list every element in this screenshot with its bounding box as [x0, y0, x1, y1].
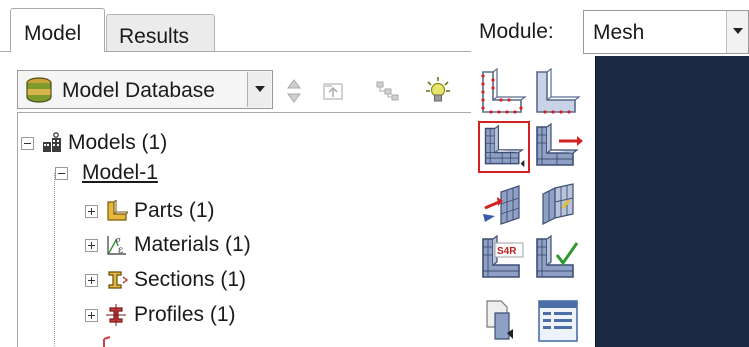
tree-filter-icon[interactable] — [322, 80, 344, 102]
tree-node-model-1[interactable]: Model-1 — [18, 158, 458, 188]
tree-node-materials[interactable]: ε σ Materials (1) — [18, 230, 458, 260]
tree-node-parts[interactable]: Parts (1) — [18, 196, 458, 226]
tree-node-parts-label: Parts (1) — [134, 199, 215, 222]
collapse-toggle[interactable] — [21, 137, 34, 150]
tree-node-models[interactable]: Models (1) — [18, 128, 458, 158]
tree-node-sections[interactable]: Sections (1) — [18, 265, 458, 295]
graphics-viewport[interactable] — [595, 56, 749, 347]
seed-edges-tool[interactable] — [533, 66, 585, 118]
tree-node-model-1-label: Model-1 — [82, 161, 158, 184]
verify-mesh-icon — [536, 234, 579, 278]
model-database-select[interactable]: Model Database — [17, 70, 273, 109]
tree-expand-icon[interactable] — [375, 80, 401, 102]
mesh-partition-tool[interactable] — [479, 293, 531, 345]
tab-results[interactable]: Results — [106, 14, 215, 51]
expand-toggle[interactable] — [85, 205, 98, 218]
assign-element-type-icon — [542, 183, 574, 225]
database-icon — [26, 77, 52, 103]
partial-tree-icon — [103, 336, 111, 347]
mesh-part-icon — [484, 124, 525, 168]
tab-results-label: Results — [119, 25, 190, 48]
module-label: Module: — [479, 20, 554, 43]
module-select[interactable]: Mesh — [583, 10, 749, 54]
tab-model-label: Model — [24, 22, 82, 45]
svg-text:ε: ε — [118, 245, 123, 256]
tree-node-profiles[interactable]: Profiles (1) — [18, 300, 458, 330]
lightbulb-icon[interactable] — [425, 76, 451, 104]
expand-toggle[interactable] — [85, 309, 98, 322]
up-down-arrows-icon[interactable] — [286, 78, 302, 104]
s4r-text: S4R — [497, 246, 517, 257]
tree-node-profiles-label: Profiles (1) — [134, 303, 236, 326]
svg-text:σ: σ — [116, 236, 121, 244]
sections-icon — [108, 271, 128, 289]
parts-icon — [107, 200, 128, 221]
tree-node-materials-label: Materials (1) — [134, 233, 251, 256]
models-icon — [43, 132, 61, 152]
query-list-tool[interactable] — [533, 295, 585, 347]
seed-part-tool[interactable] — [479, 66, 531, 118]
materials-icon: ε σ — [107, 236, 126, 256]
expand-toggle[interactable] — [85, 274, 98, 287]
tab-model[interactable]: Model — [10, 8, 105, 52]
seed-part-icon — [481, 67, 527, 114]
element-type-tool[interactable]: S4R — [479, 233, 531, 285]
model-tree-panel: Results Model Model Database Models (1) … — [0, 0, 471, 347]
mesh-part-tool[interactable] — [478, 121, 530, 173]
module-select-value: Mesh — [593, 21, 645, 44]
chevron-down-icon — [255, 86, 265, 92]
model-database-label: Model Database — [62, 79, 215, 102]
model-database-dropdown-button[interactable] — [247, 72, 271, 107]
profiles-icon — [106, 304, 126, 326]
chevron-down-icon — [733, 28, 743, 34]
model-tree: Models (1) Model-1 Parts (1) ε σ Materia… — [17, 112, 471, 347]
seed-edges-icon — [536, 67, 581, 114]
collapse-toggle[interactable] — [55, 167, 68, 180]
verify-mesh-tool[interactable] — [533, 233, 585, 285]
mesh-region-icon — [536, 122, 583, 166]
assign-mesh-controls-icon — [483, 185, 520, 225]
mesh-partition-icon — [486, 300, 513, 340]
tree-node-sections-label: Sections (1) — [134, 268, 247, 291]
assign-mesh-controls-tool[interactable] — [479, 178, 531, 230]
element-type-s4r-icon: S4R — [482, 234, 524, 278]
assign-element-type-tool[interactable] — [533, 178, 585, 230]
mesh-region-tool[interactable] — [533, 121, 585, 173]
expand-toggle[interactable] — [85, 239, 98, 252]
module-dropdown-button[interactable] — [726, 11, 748, 53]
query-list-icon — [538, 300, 578, 342]
tree-node-models-label: Models (1) — [68, 131, 168, 154]
